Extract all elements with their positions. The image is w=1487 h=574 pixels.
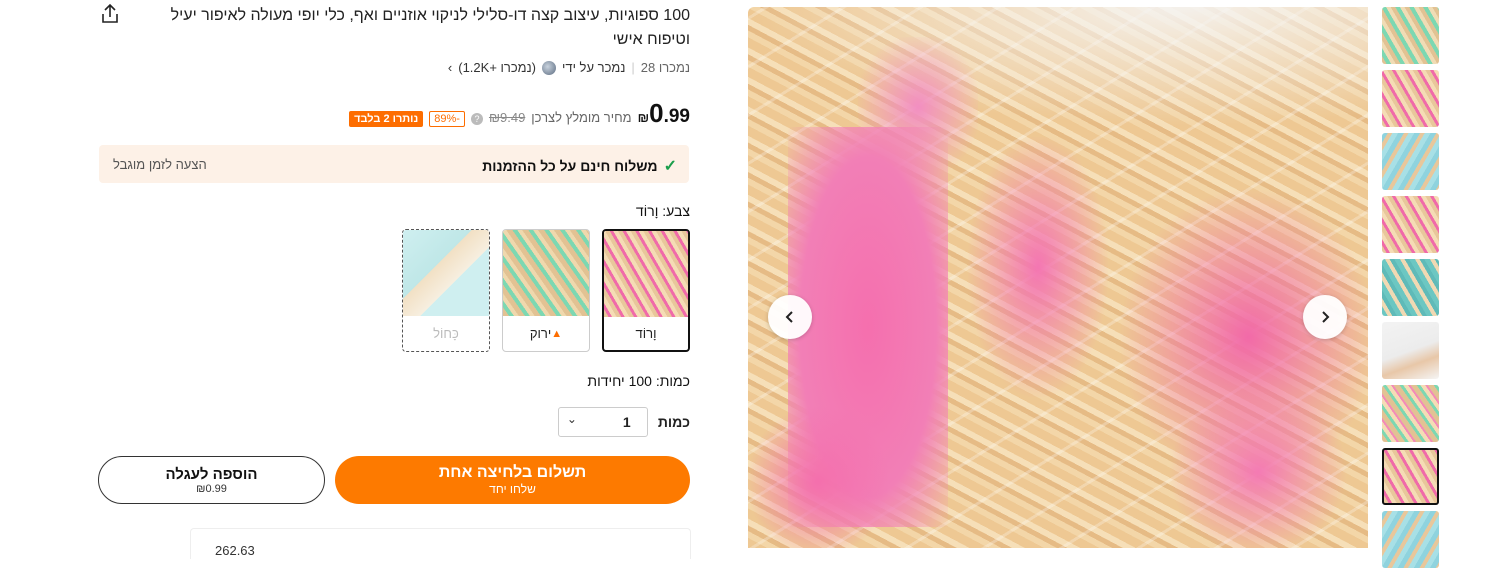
next-image-button[interactable] bbox=[1303, 295, 1347, 339]
current-price: ₪0.99 bbox=[637, 98, 690, 128]
product-meta: נמכרו 28 | נמכר על ידי (נמכרו +1.2K) › bbox=[448, 60, 690, 75]
swatch-image bbox=[403, 230, 489, 316]
color-label: צבע: וָרוֹד bbox=[635, 203, 690, 219]
thumbnail[interactable] bbox=[1382, 259, 1439, 316]
check-icon: ✓ bbox=[663, 158, 677, 175]
bottom-card-text: 262.63 bbox=[215, 543, 255, 558]
sold-by-label: נמכר על ידי bbox=[561, 60, 626, 75]
swatch-blue[interactable]: כָּחוֹל bbox=[402, 229, 490, 352]
swab-tips bbox=[1168, 387, 1348, 548]
add-to-cart-price: ₪0.99 bbox=[196, 482, 227, 495]
buy-now-sub: שלחו יחד bbox=[489, 482, 536, 496]
thumbnail[interactable] bbox=[1382, 511, 1439, 568]
thumbnail[interactable] bbox=[1382, 196, 1439, 253]
seller-sales[interactable]: (נמכרו +1.2K) bbox=[458, 60, 536, 75]
price-row: ₪0.99 מחיר מומלץ לצרכן ₪9.49 ? -89% נותר… bbox=[349, 98, 690, 129]
thumbnail[interactable] bbox=[1382, 133, 1439, 190]
thumbnail[interactable] bbox=[1382, 70, 1439, 127]
product-title: 100 ספוגיות, עיצוב קצה דו-סלילי לניקוי א… bbox=[170, 7, 690, 48]
swatch-label: וָרוֹד bbox=[635, 326, 657, 341]
swatch-pink[interactable]: וָרוֹד bbox=[602, 229, 690, 352]
limited-offer: הצעה לזמן מוגבל bbox=[113, 157, 207, 172]
swatch-label-wrap: ▲ ירוק bbox=[503, 316, 589, 351]
main-product-image[interactable] bbox=[748, 7, 1368, 548]
swab-tips bbox=[968, 137, 1108, 397]
thumbnail-active[interactable] bbox=[1382, 448, 1439, 505]
thumbnail[interactable] bbox=[1382, 322, 1439, 379]
quantity-value: 1 bbox=[622, 414, 631, 430]
bottom-card: 262.63 bbox=[190, 528, 691, 559]
stock-badge: נותרו 2 בלבד bbox=[349, 111, 424, 127]
thumbnail-strip bbox=[1382, 7, 1439, 574]
add-to-cart-label: הוספה לעגלה bbox=[165, 465, 258, 483]
thumbnail[interactable] bbox=[1382, 7, 1439, 64]
buy-now-label: תשלום בלחיצה אחת bbox=[438, 464, 587, 481]
sold-count: נמכרו 28 bbox=[640, 60, 690, 75]
buy-now-button[interactable]: תשלום בלחיצה אחת שלחו יחד bbox=[335, 456, 690, 504]
store-avatar[interactable] bbox=[541, 60, 556, 75]
divider: | bbox=[631, 60, 635, 75]
color-swatches: וָרוֹד ▲ ירוק כָּחוֹל bbox=[402, 229, 690, 352]
fire-icon: ▲ bbox=[551, 327, 563, 340]
chevron-right-icon[interactable]: › bbox=[448, 60, 452, 75]
quantity-row: כמות 1 ⌄ bbox=[557, 407, 690, 437]
units-label: כמות: 100 יחידות bbox=[587, 373, 690, 389]
original-price: ₪9.49 bbox=[488, 110, 526, 125]
info-icon[interactable]: ? bbox=[470, 113, 483, 125]
swab-tips bbox=[748, 407, 888, 548]
chevron-left-icon bbox=[785, 311, 793, 323]
swatch-label: כָּחוֹל bbox=[433, 326, 459, 341]
quantity-select[interactable]: 1 ⌄ bbox=[557, 407, 648, 437]
swatch-image bbox=[604, 231, 688, 317]
discount-badge: -89% bbox=[429, 111, 465, 127]
swatch-label: ירוק bbox=[529, 326, 552, 341]
free-shipping: ✓ משלוח חינם על כל ההזמנות bbox=[482, 158, 677, 175]
plate-highlight bbox=[748, 7, 1368, 127]
rrp-label: מחיר מומלץ לצרכן bbox=[531, 110, 632, 125]
share-icon[interactable] bbox=[98, 2, 122, 26]
chevron-right-icon bbox=[1322, 311, 1330, 323]
quantity-label: כמות bbox=[657, 414, 690, 430]
prev-image-button[interactable] bbox=[768, 295, 812, 339]
thumbnail[interactable] bbox=[1382, 385, 1439, 442]
shipping-banner[interactable]: ✓ משלוח חינם על כל ההזמנות הצעה לזמן מוג… bbox=[99, 145, 689, 183]
add-to-cart-button[interactable]: הוספה לעגלה ₪0.99 bbox=[98, 456, 325, 504]
swatch-image bbox=[503, 230, 589, 316]
chevron-down-icon: ⌄ bbox=[566, 412, 577, 426]
swatch-green[interactable]: ▲ ירוק bbox=[502, 229, 590, 352]
